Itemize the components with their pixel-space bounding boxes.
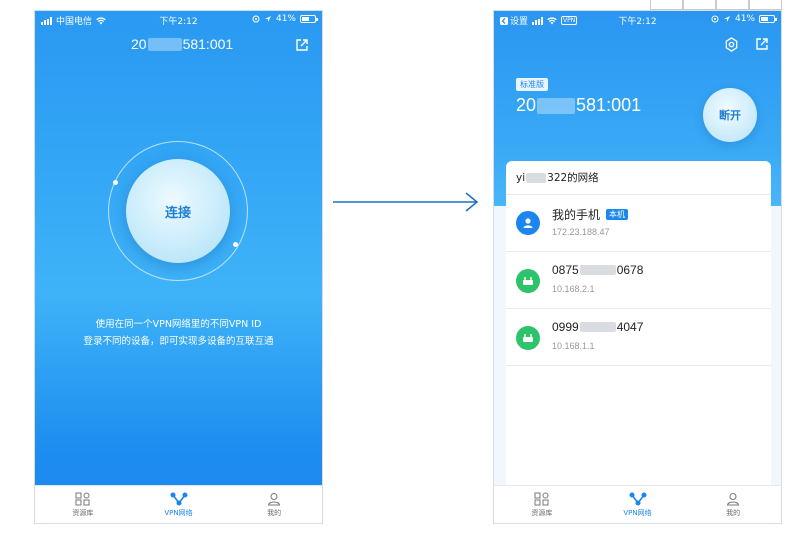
hint-text-line1: 使用在同一个VPN网络里的不同VPN ID [95, 319, 262, 330]
device-name-text: 我的手机 [552, 208, 601, 222]
toolbar-slot [749, 0, 782, 10]
tab-label: 我的 [726, 508, 741, 517]
tab-label: VPN网络 [164, 508, 193, 517]
vpn-network-icon [629, 492, 646, 505]
location-lock-icon [711, 15, 719, 23]
toolbar-slot [683, 0, 716, 10]
transition-arrow-icon [333, 192, 479, 212]
edition-badge: 标准版 [516, 78, 548, 91]
tab-vpn-network[interactable]: VPN网络 [590, 486, 686, 523]
device-name-suffix: 0678 [616, 263, 644, 277]
status-bar: 设置 VPN 下午2:12 41% [494, 11, 781, 29]
apps-icon [534, 492, 549, 505]
tab-label: 我的 [267, 508, 282, 517]
location-arrow-icon [264, 16, 271, 22]
profile-icon [727, 492, 740, 505]
network-title: yi 322的网络 [506, 161, 771, 195]
device-row-router-0999[interactable]: 0999 4047 10.168.1.1 [506, 309, 771, 366]
disconnect-label: 断开 [719, 109, 741, 122]
redacted-block [147, 37, 182, 51]
battery-icon [300, 15, 318, 23]
status-bar: 中国电信 下午2:12 41% [35, 11, 322, 29]
ring-dot [233, 242, 238, 247]
tab-label: 资源库 [72, 508, 94, 517]
tab-label: 资源库 [531, 508, 553, 517]
toolbar-slot [716, 0, 749, 10]
share-icon [296, 39, 308, 51]
device-ip: 10.168.1.1 [552, 341, 595, 351]
vpn-id-suffix: 581:001 [576, 95, 642, 115]
vpn-network-icon [170, 492, 187, 505]
toolbar-slot [650, 0, 683, 10]
redacted-block [537, 97, 576, 114]
gear-icon [725, 36, 737, 52]
tab-mine[interactable]: 我的 [685, 486, 781, 523]
phone-disconnected: 中国电信 下午2:12 41% 20 581:001 连接 使用在同一个VPN网… [34, 10, 323, 524]
device-row-router-0875[interactable]: 0875 0678 10.168.2.1 [506, 252, 771, 309]
tab-label: VPN网络 [623, 508, 652, 517]
battery-percent: 41% [275, 14, 296, 24]
tab-resource-library[interactable]: 资源库 [494, 486, 590, 523]
tab-vpn-network[interactable]: VPN网络 [131, 486, 227, 523]
location-lock-icon [252, 15, 260, 23]
router-icon [516, 326, 540, 350]
tab-resource-library[interactable]: 资源库 [35, 486, 131, 523]
vpn-id-suffix: 581:001 [182, 36, 234, 52]
device-name: 0875 0678 [552, 263, 643, 277]
profile-icon [268, 492, 281, 505]
device-name: 我的手机 本机 [552, 206, 629, 223]
share-button[interactable] [293, 36, 311, 54]
user-icon [516, 211, 540, 235]
device-row-my-phone[interactable]: 我的手机 本机 172.23.188.47 [506, 195, 771, 252]
device-name-prefix: 0875 [552, 263, 579, 277]
ring-dot [113, 180, 118, 185]
redacted-block [526, 172, 547, 183]
network-name-prefix: yi [516, 171, 526, 184]
connect-label: 连接 [164, 205, 191, 221]
network-name-suffix: 322的网络 [547, 172, 599, 184]
device-ip: 10.168.2.1 [552, 284, 595, 294]
battery-icon [759, 15, 777, 23]
share-button[interactable] [753, 35, 771, 53]
redacted-block [579, 322, 616, 332]
tab-bar: 资源库 VPN网络 我的 [35, 485, 322, 523]
device-name-suffix: 4047 [616, 320, 644, 334]
network-card: yi 322的网络 我的手机 本机 172.23.188.47 0875 067… [506, 161, 771, 487]
apps-icon [75, 492, 90, 505]
toolbar-fragment [650, 0, 782, 10]
tab-bar: 资源库 VPN网络 我的 [494, 485, 781, 523]
vpn-id-prefix: 20 [131, 36, 147, 52]
settings-button[interactable] [722, 35, 740, 53]
local-device-badge: 本机 [606, 209, 629, 220]
location-arrow-icon [723, 16, 730, 22]
vpn-id-title: 20 581:001 [131, 36, 233, 52]
phone-connected: 设置 VPN 下午2:12 41% 标准版 20 581:001 断开 yi 3… [493, 10, 782, 524]
vpn-id-title: 20 581:001 [516, 95, 641, 116]
connect-button[interactable]: 连接 [126, 159, 230, 263]
disconnect-button[interactable]: 断开 [703, 88, 757, 142]
redacted-block [579, 265, 616, 275]
vpn-id-prefix: 20 [516, 95, 537, 115]
device-ip: 172.23.188.47 [552, 227, 610, 237]
hint-text-line2: 登录不同的设备，即可实现多设备的互联互通 [83, 336, 274, 347]
battery-percent: 41% [734, 14, 755, 24]
router-icon [516, 269, 540, 293]
device-name-prefix: 0999 [552, 320, 579, 334]
device-name: 0999 4047 [552, 320, 643, 334]
tab-mine[interactable]: 我的 [226, 486, 322, 523]
share-icon [756, 38, 768, 50]
